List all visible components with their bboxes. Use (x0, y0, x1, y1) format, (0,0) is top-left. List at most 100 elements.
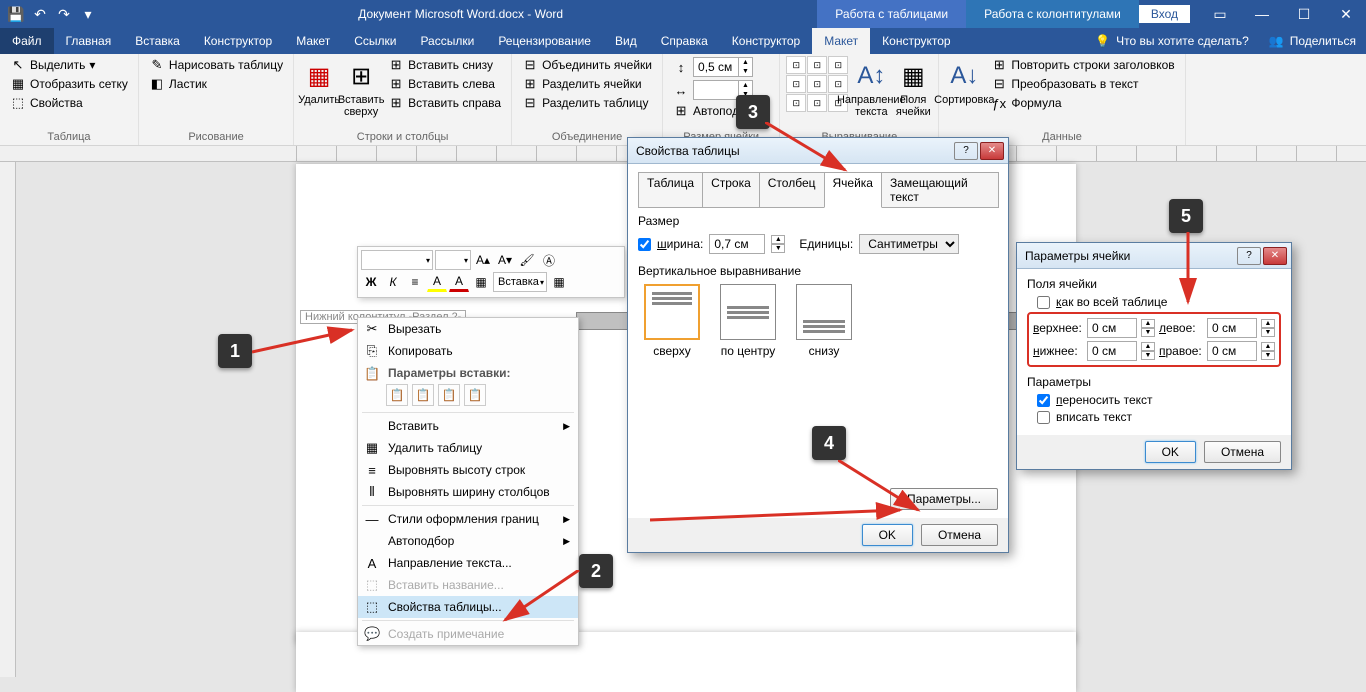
tell-me[interactable]: 💡Что вы хотите сделать? (1085, 34, 1259, 48)
ruler-vertical[interactable] (0, 162, 16, 677)
same-as-table-checkbox[interactable] (1037, 296, 1050, 309)
help-icon[interactable]: ? (954, 142, 978, 160)
cm-insert[interactable]: Вставить▶ (358, 415, 578, 437)
size-dropdown[interactable] (435, 250, 471, 270)
tab-mailings[interactable]: Рассылки (408, 28, 486, 54)
select-button[interactable]: ↖Выделить ▾ (6, 56, 132, 74)
dlg1-tab-alt[interactable]: Замещающий текст (881, 172, 999, 208)
bottom-input[interactable] (1087, 341, 1137, 361)
highlight-icon[interactable]: A (427, 272, 447, 292)
insert-right-button[interactable]: ⊞Вставить справа (384, 94, 505, 112)
tab-layout[interactable]: Макет (284, 28, 342, 54)
align-bl[interactable]: ⊡ (786, 94, 806, 112)
insert-left-button[interactable]: ⊞Вставить слева (384, 75, 505, 93)
tab-view[interactable]: Вид (603, 28, 649, 54)
repeat-header-button[interactable]: ⊞Повторить строки заголовков (987, 56, 1178, 74)
cm-border-styles[interactable]: —Стили оформления границ▶ (358, 508, 578, 530)
right-input[interactable] (1207, 341, 1257, 361)
format-painter-icon[interactable]: 🖌 (517, 250, 537, 270)
align-tc[interactable]: ⊡ (807, 56, 827, 74)
row-height[interactable]: ↕▲▼ (669, 56, 773, 78)
width-value-input[interactable] (709, 234, 765, 254)
width-input[interactable] (694, 83, 738, 97)
grow-font-icon[interactable]: A▴ (473, 250, 493, 270)
dlg1-tab-table[interactable]: Таблица (638, 172, 703, 208)
help-icon[interactable]: ? (1237, 247, 1261, 265)
options-button[interactable]: Параметры... (890, 488, 998, 510)
dlg1-cancel-button[interactable]: Отмена (921, 524, 998, 546)
textdir-button[interactable]: A↕Направление текста (852, 56, 890, 131)
dlg1-titlebar[interactable]: Свойства таблицы ?✕ (628, 138, 1008, 164)
paste-keep-icon[interactable]: 📋 (386, 384, 408, 406)
close-icon[interactable]: ✕ (980, 142, 1004, 160)
split-button[interactable]: ⊞Разделить ячейки (518, 75, 656, 93)
align-tr[interactable]: ⊡ (828, 56, 848, 74)
left-input[interactable] (1207, 318, 1257, 338)
tab-review[interactable]: Рецензирование (486, 28, 603, 54)
dlg1-tab-col[interactable]: Столбец (759, 172, 825, 208)
cm-dist-cols[interactable]: ⦀Выровнять ширину столбцов (358, 481, 578, 503)
clear-format-icon[interactable]: Ⓐ (539, 250, 559, 270)
save-icon[interactable]: 💾 (6, 4, 26, 24)
insert-menu[interactable]: Вставка (493, 272, 547, 292)
font-dropdown[interactable] (361, 250, 433, 270)
fit-checkbox[interactable] (1037, 411, 1050, 424)
tab-links[interactable]: Ссылки (342, 28, 408, 54)
cm-dist-rows[interactable]: ≡Выровнять высоту строк (358, 459, 578, 481)
wrap-checkbox[interactable] (1037, 394, 1050, 407)
properties-button[interactable]: ⬚Свойства (6, 94, 132, 112)
cell-margins-button[interactable]: ▦Поля ячейки (894, 56, 932, 131)
cm-cut[interactable]: ✂Вырезать (358, 318, 578, 340)
tab-table-constructor[interactable]: Конструктор (720, 28, 812, 54)
tab-table-layout[interactable]: Макет (812, 28, 870, 54)
gridlines-button[interactable]: ▦Отобразить сетку (6, 75, 132, 93)
borders-icon[interactable]: ▦ (471, 272, 491, 292)
tab-constructor[interactable]: Конструктор (192, 28, 284, 54)
formula-button[interactable]: ƒxФормула (987, 94, 1178, 112)
qat-more-icon[interactable]: ▾ (78, 4, 98, 24)
tab-file[interactable]: Файл (0, 28, 54, 54)
cm-copy[interactable]: ⎘Копировать (358, 340, 578, 362)
dlg1-tab-cell[interactable]: Ячейка (824, 172, 882, 208)
redo-icon[interactable]: ↷ (54, 4, 74, 24)
cm-delete-table[interactable]: ▦Удалить таблицу (358, 437, 578, 459)
tab-hf-constructor[interactable]: Конструктор (870, 28, 962, 54)
bold-button[interactable]: Ж (361, 272, 381, 292)
close-icon[interactable]: ✕ (1326, 0, 1366, 28)
valign-top[interactable]: сверху (638, 284, 706, 358)
split-table-button[interactable]: ⊟Разделить таблицу (518, 94, 656, 112)
dlg2-titlebar[interactable]: Параметры ячейки ?✕ (1017, 243, 1291, 269)
valign-center[interactable]: по центру (714, 284, 782, 358)
merge-button[interactable]: ⊟Объединить ячейки (518, 56, 656, 74)
close-icon[interactable]: ✕ (1263, 247, 1287, 265)
convert-button[interactable]: ⊟Преобразовать в текст (987, 75, 1178, 93)
maximize-icon[interactable]: ☐ (1284, 0, 1324, 28)
shrink-font-icon[interactable]: A▾ (495, 250, 515, 270)
tab-home[interactable]: Главная (54, 28, 124, 54)
delete-mini-icon[interactable]: ▦ (549, 272, 569, 292)
draw-table-button[interactable]: ✎Нарисовать таблицу (145, 56, 287, 74)
login-button[interactable]: Вход (1139, 5, 1190, 23)
align-ml[interactable]: ⊡ (786, 75, 806, 93)
align-tl[interactable]: ⊡ (786, 56, 806, 74)
ribbon-options-icon[interactable]: ▭ (1200, 0, 1240, 28)
top-input[interactable] (1087, 318, 1137, 338)
undo-icon[interactable]: ↶ (30, 4, 50, 24)
dlg1-ok-button[interactable]: OK (862, 524, 913, 546)
align-bc[interactable]: ⊡ (807, 94, 827, 112)
align-mc[interactable]: ⊡ (807, 75, 827, 93)
units-select[interactable]: Сантиметры (859, 234, 959, 254)
insert-top-button[interactable]: ⊞Вставить сверху (342, 56, 380, 131)
height-input[interactable] (694, 60, 738, 74)
align-mr[interactable]: ⊡ (828, 75, 848, 93)
font-color-icon[interactable]: A (449, 272, 469, 292)
italic-button[interactable]: К (383, 272, 403, 292)
dlg2-ok-button[interactable]: OK (1145, 441, 1196, 463)
width-checkbox[interactable] (638, 238, 651, 251)
tab-help[interactable]: Справка (649, 28, 720, 54)
cm-autofit[interactable]: Автоподбор▶ (358, 530, 578, 552)
dlg2-cancel-button[interactable]: Отмена (1204, 441, 1281, 463)
share-button[interactable]: 👥Поделиться (1259, 34, 1366, 48)
paste-merge-icon[interactable]: 📋 (412, 384, 434, 406)
delete-button[interactable]: ▦Удалить (300, 56, 338, 131)
